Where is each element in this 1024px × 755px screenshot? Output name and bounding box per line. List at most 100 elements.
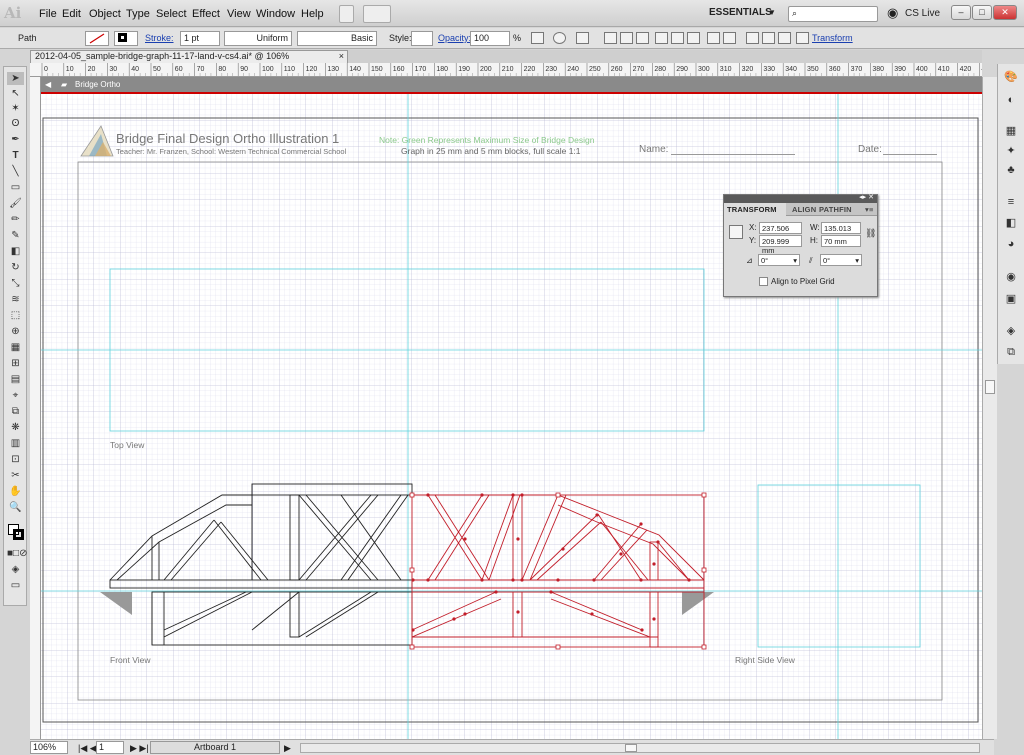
x-field[interactable]: 237.506 mm — [759, 222, 802, 242]
artboard-status[interactable]: Artboard 1 — [150, 741, 280, 754]
tab-pathfinder[interactable]: PATHFIN — [819, 205, 852, 214]
swatches-panel-icon[interactable]: ▦ — [1003, 124, 1019, 138]
magic-wand-tool-icon[interactable]: ✶ — [7, 102, 24, 115]
line-tool-icon[interactable]: ╲ — [7, 165, 24, 178]
eraser-tool-icon[interactable]: ◧ — [7, 245, 24, 258]
slice-tool-icon[interactable]: ✂ — [7, 469, 24, 482]
document-tab[interactable]: 2012-04-05_sample-bridge-graph-11-17-lan… — [30, 50, 348, 72]
color-panel-icon[interactable]: 🎨 — [1003, 70, 1019, 84]
blend-tool-icon[interactable]: ⧉ — [7, 405, 24, 418]
tab-transform[interactable]: TRANSFORM — [724, 203, 786, 216]
recolor-icon[interactable] — [531, 32, 544, 44]
zoom-tool-icon[interactable]: 🔍 — [7, 501, 24, 514]
scale-tool-icon[interactable]: ⤡ — [7, 277, 24, 290]
stroke-panel-icon[interactable]: ≡ — [1003, 196, 1019, 210]
distribute-hcenter-icon[interactable] — [762, 32, 775, 44]
link-icon[interactable]: ⛓ — [865, 228, 876, 239]
mesh-tool-icon[interactable]: ⊞ — [7, 357, 24, 370]
arrange-documents-button[interactable] — [363, 5, 391, 23]
distribute-right-icon[interactable] — [778, 32, 791, 44]
layers-panel-icon[interactable]: ◈ — [1003, 324, 1019, 338]
back-arrow-icon[interactable]: ◀ — [45, 77, 51, 92]
h-scroll-thumb[interactable] — [625, 744, 637, 752]
panel-title-bar[interactable]: ◂▸ ✕ — [724, 194, 877, 203]
gradient-panel-icon[interactable]: ◧ — [1003, 216, 1019, 230]
hand-tool-icon[interactable]: ✋ — [7, 485, 24, 498]
isolation-mode-bar[interactable]: ◀ ▰ Bridge Ortho — [41, 77, 982, 92]
rotate-tool-icon[interactable]: ↻ — [7, 261, 24, 274]
artboard-tool-icon[interactable]: ⊡ — [7, 453, 24, 466]
cs-live-button[interactable]: CS Live — [905, 8, 940, 19]
tab-align[interactable]: ALIGN — [792, 205, 816, 214]
horizontal-ruler[interactable]: 0 10 20 30 40 50 60 70 80 90 100 110 120 130 140 150 160… — [30, 63, 982, 77]
vertical-scrollbar[interactable] — [982, 77, 997, 739]
menu-edit[interactable]: Edit — [62, 8, 81, 20]
symbol-sprayer-tool-icon[interactable]: ❋ — [7, 421, 24, 434]
y-field[interactable]: 209.999 mm — [759, 235, 802, 255]
menu-help[interactable]: Help — [301, 8, 324, 20]
perspective-grid-tool-icon[interactable]: ▦ — [7, 341, 24, 354]
lasso-tool-icon[interactable]: ʘ — [7, 117, 24, 130]
zoom-field[interactable]: 106% — [30, 741, 68, 754]
menu-object[interactable]: Object — [89, 8, 121, 20]
bridge-button[interactable] — [339, 5, 354, 23]
transform-link[interactable]: Transform — [812, 33, 853, 43]
menu-type[interactable]: Type — [126, 8, 150, 20]
maximize-button[interactable]: □ — [972, 5, 992, 20]
close-tab-icon[interactable]: × — [339, 51, 344, 62]
screen-mode-icon[interactable]: ▭ — [7, 579, 24, 592]
align-left-icon[interactable] — [604, 32, 617, 44]
pencil-tool-icon[interactable]: ✏ — [7, 213, 24, 226]
draw-mode-icon[interactable]: ◈ — [7, 563, 24, 576]
shear-field[interactable]: 0° ▾ — [820, 254, 862, 266]
distribute-top-icon[interactable] — [707, 32, 720, 44]
align-center-icon[interactable] — [620, 32, 633, 44]
first-artboard-icon[interactable]: |◀ ◀ — [78, 743, 97, 754]
stroke-swatch[interactable] — [114, 31, 138, 46]
menu-select[interactable]: Select — [156, 8, 187, 20]
pen-tool-icon[interactable]: ✒ — [7, 133, 24, 146]
search-input[interactable]: ⌕ — [788, 6, 878, 22]
reference-point-icon[interactable] — [729, 225, 743, 239]
gradient-tool-icon[interactable]: ▤ — [7, 373, 24, 386]
paintbrush-tool-icon[interactable]: 🖌 — [7, 197, 24, 210]
distribute-center-icon[interactable] — [723, 32, 736, 44]
transparency-panel-icon[interactable]: ◕ — [1003, 238, 1019, 252]
align-right-icon[interactable] — [636, 32, 649, 44]
shape-builder-tool-icon[interactable]: ⊕ — [7, 325, 24, 338]
panel-menu-icon[interactable]: ▾≡ — [865, 205, 874, 214]
warp-tool-icon[interactable]: ≋ — [7, 293, 24, 306]
menu-window[interactable]: Window — [256, 8, 295, 20]
close-button[interactable]: ✕ — [993, 5, 1017, 20]
selection-tool-icon[interactable]: ➤ — [7, 72, 24, 85]
graphic-styles-icon[interactable]: ▣ — [1003, 292, 1019, 306]
rectangle-tool-icon[interactable]: ▭ — [7, 181, 24, 194]
scroll-thumb[interactable] — [985, 380, 995, 394]
direct-selection-tool-icon[interactable]: ↖ — [7, 87, 24, 100]
workspace-switcher[interactable]: ESSENTIALS — [709, 7, 772, 18]
color-mode-icon[interactable]: ■□⊘ — [7, 547, 27, 560]
stroke-weight-field[interactable]: 1 pt — [180, 31, 220, 46]
column-graph-tool-icon[interactable]: ▥ — [7, 437, 24, 450]
horizontal-scrollbar[interactable] — [300, 743, 980, 753]
artboard-number[interactable]: 1 — [96, 741, 124, 754]
align-middle-icon[interactable] — [671, 32, 684, 44]
height-field[interactable]: 70 mm — [821, 235, 861, 247]
free-transform-tool-icon[interactable]: ⬚ — [7, 309, 24, 322]
blob-brush-tool-icon[interactable]: ✎ — [7, 229, 24, 242]
opacity-label[interactable]: Opacity: — [438, 33, 471, 43]
rotate-field[interactable]: 0° ▾ — [758, 254, 800, 266]
menu-file[interactable]: File — [39, 8, 57, 20]
color-guide-icon[interactable]: ◐ — [1003, 94, 1019, 108]
appearance-panel-icon[interactable]: ◉ — [1003, 270, 1019, 284]
align-grid-icon[interactable] — [576, 32, 589, 44]
distribute-left-icon[interactable] — [746, 32, 759, 44]
fill-swatch[interactable] — [85, 31, 109, 46]
brushes-panel-icon[interactable]: ✦ — [1003, 144, 1019, 158]
status-menu-arrow-icon[interactable]: ▶ — [284, 743, 291, 754]
eyedropper-tool-icon[interactable]: ⌖ — [7, 389, 24, 402]
brush-definition[interactable]: Basic — [297, 31, 377, 46]
width-field[interactable]: 135.013 mm — [821, 222, 861, 242]
gear-icon[interactable] — [553, 32, 566, 44]
document-canvas[interactable]: Bridge Final Design Ortho Illustration 1… — [41, 92, 982, 739]
